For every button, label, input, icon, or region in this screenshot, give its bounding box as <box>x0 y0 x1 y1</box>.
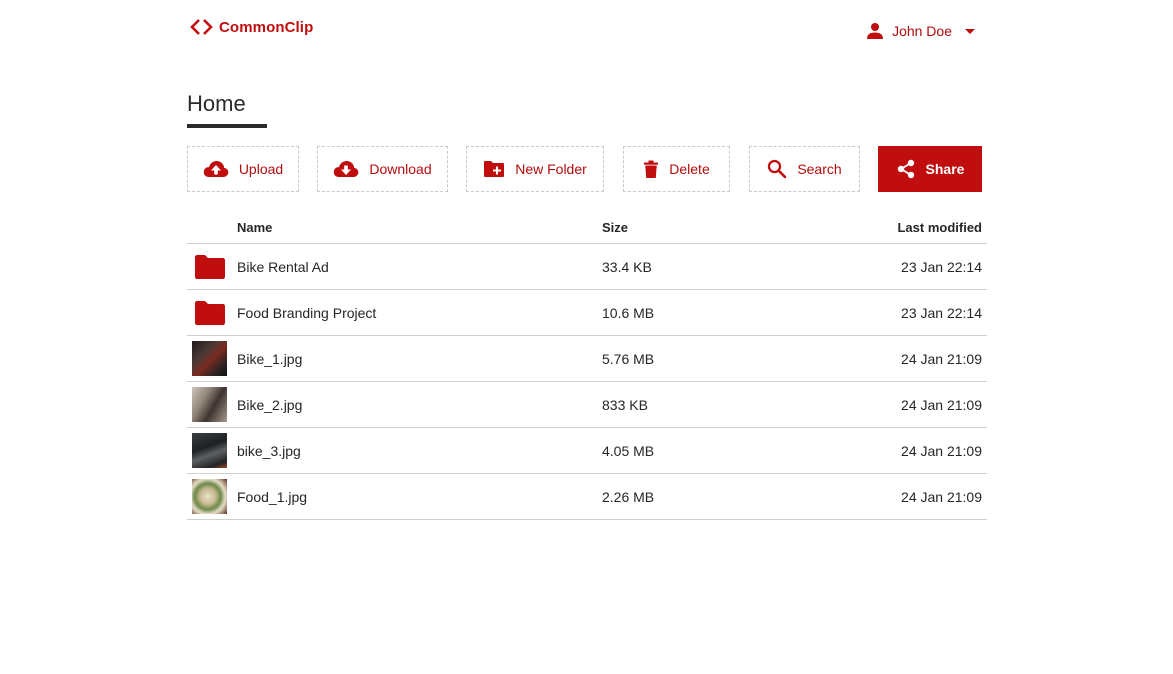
column-header-modified[interactable]: Last modified <box>897 220 982 235</box>
file-table: Name Size Last modified Bike Rental Ad 3… <box>187 210 987 520</box>
cloud-upload-icon <box>203 160 229 178</box>
user-menu[interactable]: John Doe <box>866 22 980 40</box>
upload-label: Upload <box>238 161 284 177</box>
folder-icon <box>192 249 227 284</box>
file-modified: 24 Jan 21:09 <box>901 443 982 459</box>
trash-icon <box>643 160 659 179</box>
image-thumbnail <box>192 341 227 376</box>
table-row[interactable]: Bike_2.jpg 833 KB 24 Jan 21:09 <box>187 382 987 428</box>
file-name: Bike_1.jpg <box>237 351 303 367</box>
file-modified: 24 Jan 21:09 <box>901 351 982 367</box>
image-thumbnail <box>192 479 227 514</box>
file-name: Bike Rental Ad <box>237 259 329 275</box>
page-title: Home <box>187 91 246 116</box>
search-label: Search <box>797 161 842 177</box>
new-folder-button[interactable]: New Folder <box>466 146 604 192</box>
file-size: 833 KB <box>602 397 648 413</box>
column-header-name[interactable]: Name <box>237 220 272 235</box>
share-label: Share <box>925 161 965 177</box>
share-button[interactable]: Share <box>878 146 982 192</box>
image-thumbnail <box>192 387 227 422</box>
new-folder-label: New Folder <box>515 161 587 177</box>
user-name: John Doe <box>892 23 952 39</box>
file-modified: 24 Jan 21:09 <box>901 397 982 413</box>
file-name: Bike_2.jpg <box>237 397 303 413</box>
folder-icon <box>192 295 227 330</box>
app-name: CommonClip <box>219 18 314 36</box>
file-size: 5.76 MB <box>602 351 655 367</box>
file-name: bike_3.jpg <box>237 443 301 459</box>
folder-plus-icon <box>483 160 505 178</box>
table-header: Name Size Last modified <box>187 210 987 244</box>
share-icon <box>896 159 916 179</box>
table-row[interactable]: Bike_1.jpg 5.76 MB 24 Jan 21:09 <box>187 336 987 382</box>
column-header-size[interactable]: Size <box>602 220 628 235</box>
file-modified: 23 Jan 22:14 <box>901 259 982 275</box>
file-size: 4.05 MB <box>602 443 655 459</box>
caret-down-icon <box>960 26 980 36</box>
file-name: Food_1.jpg <box>237 489 308 505</box>
file-size: 10.6 MB <box>602 305 655 321</box>
table-row[interactable]: bike_3.jpg 4.05 MB 24 Jan 21:09 <box>187 428 987 474</box>
file-size: 33.4 KB <box>602 259 652 275</box>
download-label: Download <box>369 161 432 177</box>
image-thumbnail <box>192 433 227 468</box>
cloud-download-icon <box>333 160 359 178</box>
search-button[interactable]: Search <box>749 146 860 192</box>
table-row[interactable]: Bike Rental Ad 33.4 KB 23 Jan 22:14 <box>187 244 987 290</box>
file-modified: 23 Jan 22:14 <box>901 305 982 321</box>
file-name: Food Branding Project <box>237 305 377 321</box>
delete-label: Delete <box>669 161 710 177</box>
file-size: 2.26 MB <box>602 489 655 505</box>
download-button[interactable]: Download <box>317 146 448 192</box>
search-icon <box>767 159 787 179</box>
app-logo[interactable]: CommonClip <box>189 18 313 36</box>
toolbar: Upload Download New Folder Delete Search… <box>187 146 987 192</box>
user-icon <box>866 22 884 40</box>
delete-button[interactable]: Delete <box>623 146 730 192</box>
table-row[interactable]: Food Branding Project 10.6 MB 23 Jan 22:… <box>187 290 987 336</box>
code-brackets-icon <box>189 18 215 36</box>
title-underline <box>187 124 267 128</box>
upload-button[interactable]: Upload <box>187 146 299 192</box>
table-row[interactable]: Food_1.jpg 2.26 MB 24 Jan 21:09 <box>187 474 987 520</box>
file-modified: 24 Jan 21:09 <box>901 489 982 505</box>
